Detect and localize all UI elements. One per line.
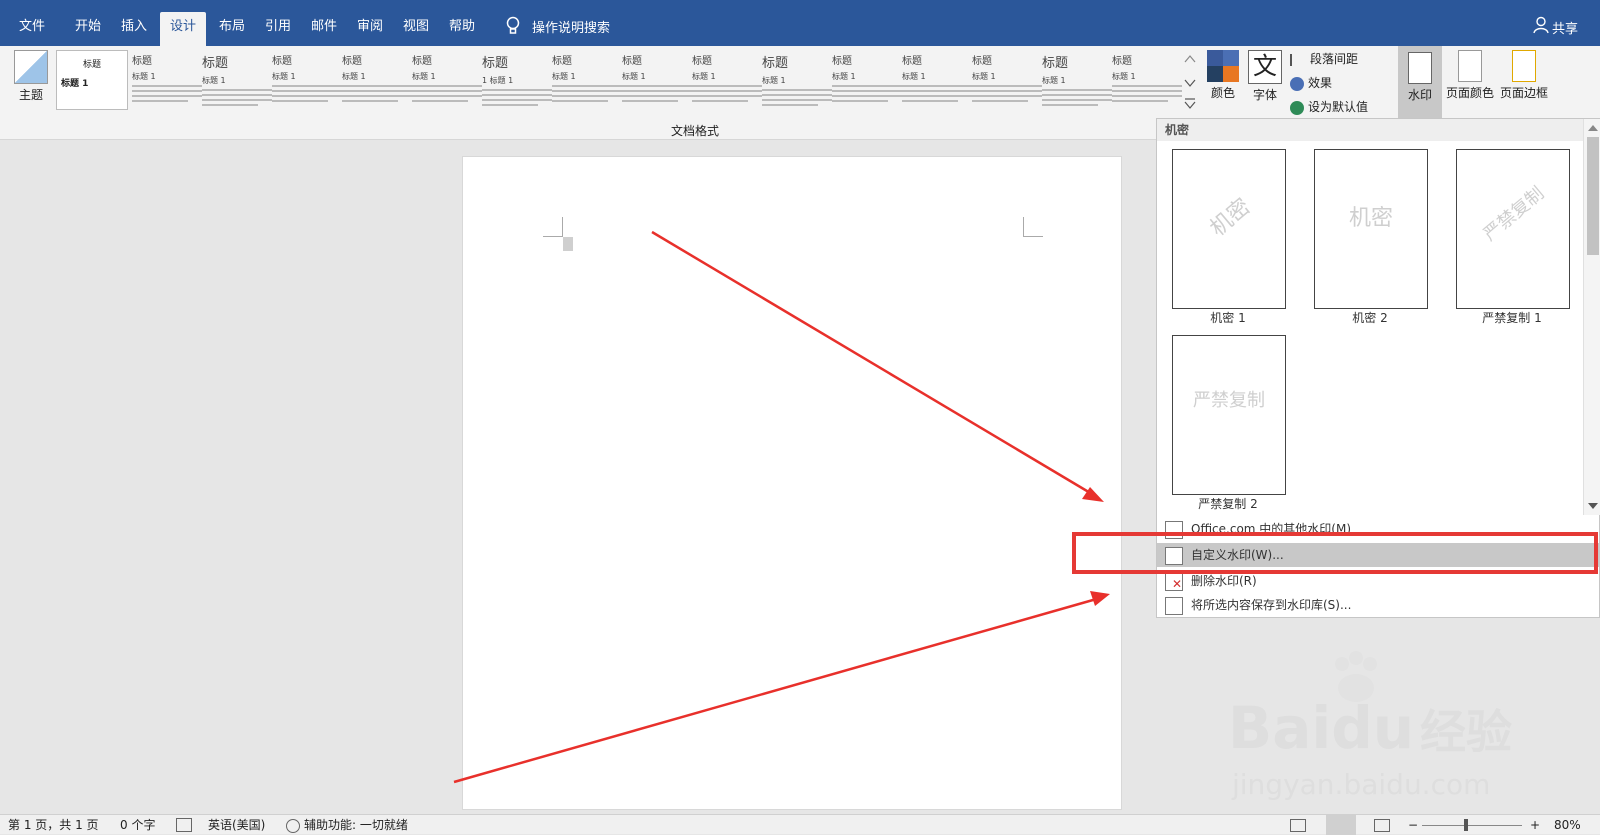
accessibility-status[interactable]: 辅助功能: 一切就绪 [304,815,408,835]
zoom-slider-thumb[interactable] [1464,819,1468,831]
arrow-line-lower [453,596,1101,784]
zoom-out-button[interactable]: − [1408,815,1418,835]
baidu-jingyan-watermark: Baidu 经验 jingyan.baidu.com [1228,650,1538,801]
zoom-in-button[interactable]: + [1530,815,1540,835]
word-count[interactable]: 0 个字 [120,815,155,835]
arrow-line-upper [651,230,1093,496]
jingyan-text: 经验 [1420,705,1513,759]
zoom-level[interactable]: 80% [1554,815,1581,835]
proofing-icon[interactable] [176,818,192,832]
accessibility-icon [286,819,300,833]
print-layout-icon[interactable] [1326,815,1356,835]
status-bar: 第 1 页，共 1 页 0 个字 英语(美国) 辅助功能: 一切就绪 − + 8… [0,814,1600,835]
web-layout-icon[interactable] [1374,819,1390,832]
zoom-slider[interactable] [1422,825,1522,826]
brand-text: Bai [1228,694,1332,762]
arrow-head-lower [1090,591,1110,606]
baidu-url-text: jingyan.baidu.com [1232,768,1491,801]
read-mode-icon[interactable] [1290,819,1306,832]
baidu-logo-text: Baidu 经验 [1228,694,1512,762]
language[interactable]: 英语(美国) [208,815,265,835]
du-text: du [1331,694,1415,762]
page-count[interactable]: 第 1 页，共 1 页 [8,815,99,835]
